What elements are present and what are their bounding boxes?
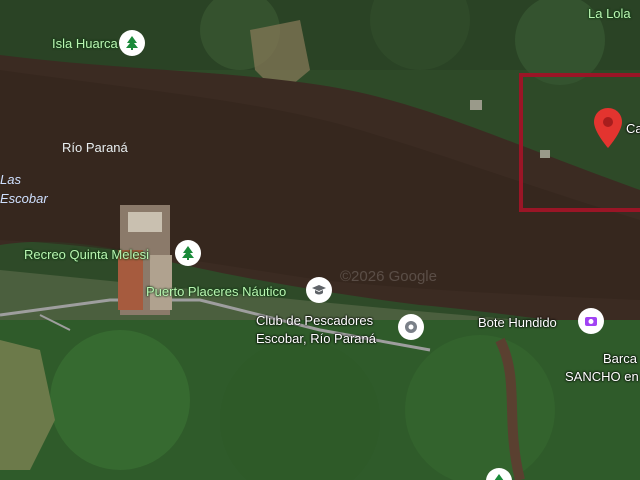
tree-icon[interactable] (119, 30, 145, 56)
place-label-recreo-quinta-melesi[interactable]: Recreo Quinta Melesi (24, 247, 149, 263)
edge-label-top: Las (0, 172, 21, 187)
edge-label-bottom: Escobar (0, 191, 48, 206)
location-icon[interactable] (398, 314, 424, 340)
map-view[interactable]: Río Paraná Las Escobar La Lola ©2026 Goo… (0, 0, 640, 480)
place-label-bote-hundido[interactable]: Bote Hundido (478, 315, 557, 331)
place-label-isla-huarca[interactable]: Isla Huarca (52, 36, 118, 52)
map-watermark: ©2026 Google (340, 268, 437, 285)
river-label: Río Paraná (62, 140, 128, 155)
camera-icon[interactable] (578, 308, 604, 334)
place-label-club-line1[interactable]: Club de Pescadores (256, 313, 373, 329)
place-label-puerto-placeres[interactable]: Puerto Placeres Náutico (146, 284, 286, 300)
place-label-ca[interactable]: Ca (626, 121, 640, 137)
top-right-label[interactable]: La Lola (588, 6, 631, 22)
red-marker-icon[interactable] (594, 108, 622, 148)
satellite-imagery (0, 0, 640, 480)
place-label-club-line2[interactable]: Escobar, Río Paraná (256, 331, 376, 347)
place-label-barca-line2[interactable]: SANCHO en (565, 369, 639, 385)
school-icon[interactable] (306, 277, 332, 303)
place-label-barca-line1[interactable]: Barca (603, 351, 637, 367)
tree-icon[interactable] (175, 240, 201, 266)
